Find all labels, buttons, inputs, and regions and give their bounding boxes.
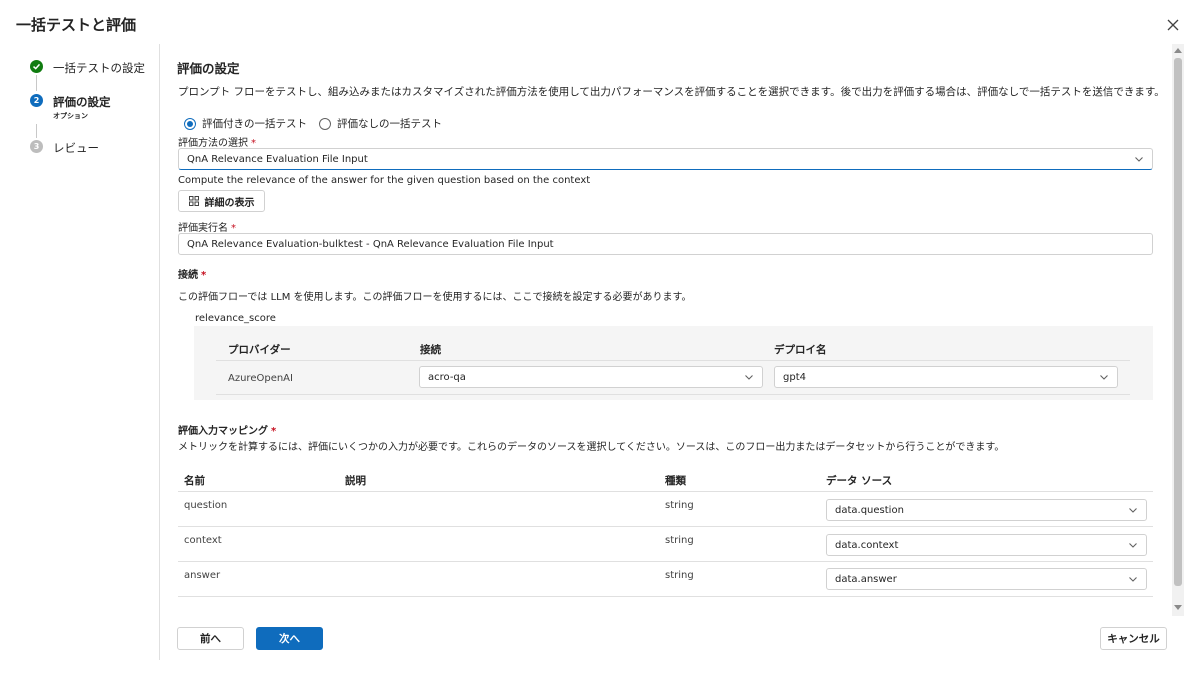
radio-with-eval[interactable]: 評価付きの一括テスト bbox=[184, 116, 307, 131]
step-eval-settings[interactable]: 2 評価の設定 オプション bbox=[30, 94, 111, 121]
input-name: answer bbox=[184, 570, 221, 581]
col-provider: プロバイダー bbox=[228, 344, 291, 356]
col-description: 説明 bbox=[345, 475, 366, 487]
close-button[interactable] bbox=[1164, 16, 1182, 34]
step-number-badge: 2 bbox=[30, 94, 43, 107]
chevron-down-icon bbox=[1129, 543, 1137, 548]
required-asterisk: * bbox=[271, 426, 277, 437]
row-divider bbox=[178, 561, 1153, 562]
radio-unselected-icon bbox=[319, 117, 331, 130]
method-select[interactable]: QnA Relevance Evaluation File Input bbox=[178, 148, 1153, 170]
row-divider bbox=[216, 360, 1130, 361]
run-name-input[interactable]: QnA Relevance Evaluation-bulktest - QnA … bbox=[178, 233, 1153, 255]
required-asterisk: * bbox=[201, 270, 207, 281]
input-type: string bbox=[665, 535, 694, 546]
run-name-label: 評価実行名 * bbox=[178, 219, 236, 234]
connection-label-text: 接続 bbox=[178, 270, 198, 281]
col-deployment: デプロイ名 bbox=[774, 344, 827, 356]
mapping-label: 評価入力マッピング * bbox=[178, 422, 276, 437]
previous-button[interactable]: 前へ bbox=[177, 627, 244, 650]
radio-label: 評価なしの一括テスト bbox=[337, 118, 442, 130]
method-select-value: QnA Relevance Evaluation File Input bbox=[187, 153, 368, 165]
chevron-down-icon bbox=[1129, 508, 1137, 513]
row-divider bbox=[178, 596, 1153, 597]
row-divider bbox=[216, 394, 1130, 395]
view-details-button[interactable]: 詳細の表示 bbox=[178, 190, 265, 212]
step-number-badge: 3 bbox=[30, 140, 43, 153]
radio-without-eval[interactable]: 評価なしの一括テスト bbox=[319, 116, 442, 131]
method-label: 評価方法の選択 * bbox=[178, 134, 256, 149]
row-divider bbox=[178, 526, 1153, 527]
source-select-answer[interactable]: data.answer bbox=[826, 568, 1147, 590]
col-name: 名前 bbox=[184, 475, 205, 487]
check-circle-icon bbox=[30, 60, 43, 73]
step-connector bbox=[36, 75, 37, 91]
chevron-down-icon bbox=[745, 375, 753, 380]
section-description: プロンプト フローをテストし、組み込みまたはカスタマイズされた評価方法を使用して… bbox=[178, 86, 1165, 98]
close-icon bbox=[1167, 19, 1179, 31]
step-label-current: 評価の設定 オプション bbox=[53, 94, 111, 121]
deployment-select-value: gpt4 bbox=[783, 371, 806, 383]
next-button[interactable]: 次へ bbox=[256, 627, 323, 650]
mapping-description: メトリックを計算するには、評価にいくつかの入力が必要です。これらのデータのソース… bbox=[178, 442, 1005, 453]
scroll-thumb[interactable] bbox=[1174, 58, 1182, 586]
col-type: 種類 bbox=[665, 475, 686, 487]
connection-description: この評価フローでは LLM を使用します。この評価フローを使用するには、ここで接… bbox=[178, 292, 692, 303]
eval-mode-radio-group: 評価付きの一括テスト 評価なしの一括テスト bbox=[184, 116, 454, 131]
source-select-value: data.context bbox=[835, 539, 899, 551]
chevron-down-icon bbox=[1100, 375, 1108, 380]
connection-label: 接続 * bbox=[178, 266, 206, 281]
step-label: レビュー bbox=[53, 141, 99, 155]
step-sublabel: オプション bbox=[53, 112, 88, 120]
connection-select[interactable]: acro-qa bbox=[419, 366, 763, 388]
step-batch-settings[interactable]: 一括テストの設定 bbox=[30, 60, 145, 76]
row-divider bbox=[178, 491, 1153, 492]
source-select-question[interactable]: data.question bbox=[826, 499, 1147, 521]
step-label: 一括テストの設定 bbox=[53, 61, 145, 75]
source-select-context[interactable]: data.context bbox=[826, 534, 1147, 556]
scrollbar[interactable] bbox=[1172, 44, 1184, 616]
input-name: context bbox=[184, 535, 222, 546]
main-content: 評価の設定 プロンプト フローをテストし、組み込みまたはカスタマイズされた評価方… bbox=[160, 44, 1172, 614]
step-label-text: 評価の設定 bbox=[53, 95, 111, 109]
deployment-select[interactable]: gpt4 bbox=[774, 366, 1118, 388]
source-select-value: data.answer bbox=[835, 573, 897, 585]
source-select-value: data.question bbox=[835, 504, 904, 516]
radio-label: 評価付きの一括テスト bbox=[202, 118, 307, 130]
provider-value: AzureOpenAI bbox=[228, 373, 293, 384]
col-source: データ ソース bbox=[826, 475, 893, 487]
input-type: string bbox=[665, 570, 694, 581]
col-connection: 接続 bbox=[420, 344, 441, 356]
dialog-title: 一括テストと評価 bbox=[16, 16, 137, 34]
cancel-button[interactable]: キャンセル bbox=[1100, 627, 1167, 650]
connection-table: プロバイダー 接続 デプロイ名 AzureOpenAI acro-qa gpt4 bbox=[194, 326, 1153, 400]
mapping-label-text: 評価入力マッピング bbox=[178, 426, 268, 437]
method-description: Compute the relevance of the answer for … bbox=[178, 175, 591, 186]
connection-select-value: acro-qa bbox=[428, 371, 466, 383]
chevron-down-icon bbox=[1129, 577, 1137, 582]
scroll-up-icon[interactable] bbox=[1174, 47, 1182, 53]
scroll-down-icon[interactable] bbox=[1174, 605, 1182, 611]
chevron-down-icon bbox=[1135, 157, 1143, 162]
step-review[interactable]: 3 レビュー bbox=[30, 140, 99, 156]
view-details-label: 詳細の表示 bbox=[204, 197, 255, 209]
section-title: 評価の設定 bbox=[177, 61, 240, 76]
grid-icon bbox=[188, 196, 199, 206]
input-name: question bbox=[184, 500, 228, 511]
radio-selected-icon bbox=[184, 117, 196, 130]
input-type: string bbox=[665, 500, 694, 511]
step-connector bbox=[36, 124, 37, 138]
connection-node-name: relevance_score bbox=[195, 313, 276, 324]
